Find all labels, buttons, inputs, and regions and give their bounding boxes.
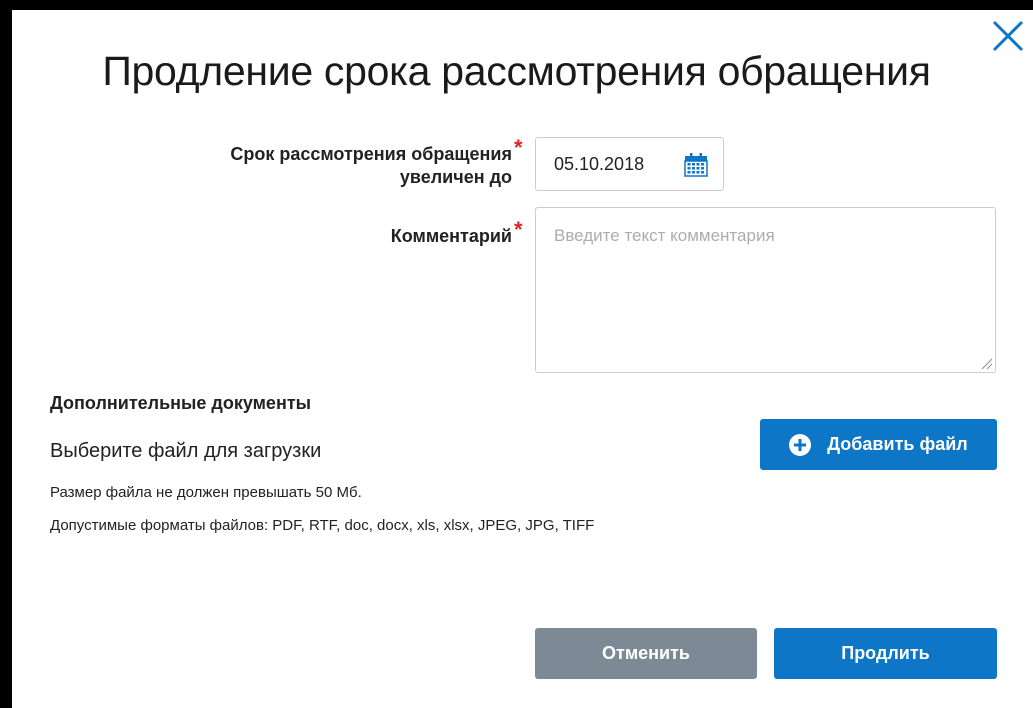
file-formats-hint: Допустимые форматы файлов: PDF, RTF, doc…: [50, 517, 595, 534]
file-size-hint: Размер файла не должен превышать 50 Мб.: [50, 484, 362, 501]
deadline-label: Срок рассмотрения обращения увеличен до: [150, 143, 512, 189]
deadline-label-line2: увеличен до: [399, 167, 512, 187]
extend-button[interactable]: Продлить: [774, 628, 997, 679]
deadline-required-mark: *: [514, 135, 523, 160]
add-file-button-label: Добавить файл: [827, 434, 968, 454]
calendar-icon[interactable]: [683, 152, 709, 178]
additional-documents-title: Дополнительные документы: [50, 393, 311, 413]
comment-textarea[interactable]: [535, 207, 996, 373]
cancel-button[interactable]: Отменить: [535, 628, 757, 679]
extend-button-label: Продлить: [841, 643, 930, 663]
window-frame-top: [0, 0, 1033, 10]
deadline-label-line1: Срок рассмотрения обращения: [230, 144, 512, 164]
dialog-title: Продление срока рассмотрения обращения: [102, 48, 931, 94]
window-frame-left: [0, 0, 12, 708]
comment-required-mark: *: [514, 217, 523, 242]
comment-label: Комментарий: [390, 226, 512, 246]
plus-circle-icon: [789, 433, 812, 456]
cancel-button-label: Отменить: [602, 643, 690, 663]
choose-file-label: Выберите файл для загрузки: [50, 440, 322, 462]
deadline-date-field[interactable]: 05.10.2018: [535, 137, 724, 191]
add-file-button[interactable]: Добавить файл: [760, 419, 997, 470]
deadline-date-value[interactable]: 05.10.2018: [554, 154, 644, 175]
